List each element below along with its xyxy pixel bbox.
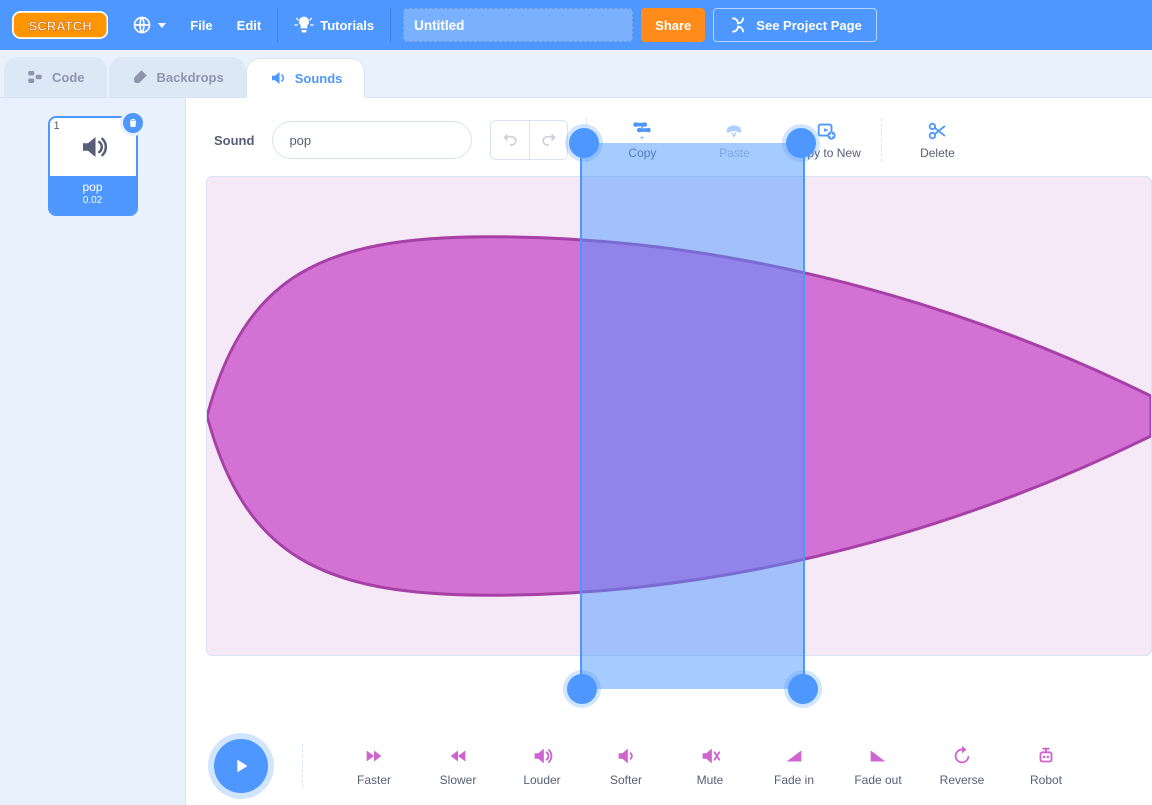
globe-icon <box>132 15 152 35</box>
tab-sounds[interactable]: Sounds <box>246 58 366 98</box>
waveform-canvas[interactable] <box>206 176 1152 656</box>
mute-icon <box>699 745 721 767</box>
svg-text:SCRATCH: SCRATCH <box>29 18 92 33</box>
trash-icon <box>127 117 139 129</box>
language-menu[interactable] <box>120 0 178 50</box>
file-menu[interactable]: File <box>178 0 224 50</box>
selection-handle[interactable] <box>567 674 597 704</box>
edit-menu[interactable]: Edit <box>225 0 274 50</box>
selection-handle[interactable] <box>788 674 818 704</box>
share-button[interactable]: Share <box>641 8 705 42</box>
sound-tile[interactable]: 1 pop 0.02 <box>48 116 138 216</box>
sound-editor: Sound + Copy Paste Copy to New <box>186 98 1152 805</box>
undo-button[interactable] <box>491 121 529 159</box>
sound-tile-index: 1 <box>54 120 60 132</box>
paste-icon <box>723 120 745 142</box>
effect-reverse[interactable]: Reverse <box>925 745 999 787</box>
volume-up-icon <box>531 745 553 767</box>
waveform-selection[interactable] <box>580 143 806 689</box>
svg-text:+: + <box>640 133 644 142</box>
workspace: 1 pop 0.02 Sound <box>0 98 1152 805</box>
tab-code[interactable]: Code <box>4 57 107 97</box>
effect-fade-out[interactable]: Fade out <box>841 745 915 787</box>
effect-fade-in[interactable]: Fade in <box>757 745 831 787</box>
sound-tile-name: pop <box>50 180 136 194</box>
speaker-icon <box>78 132 108 162</box>
speaker-icon <box>269 69 287 87</box>
tab-backdrops[interactable]: Backdrops <box>109 57 246 97</box>
play-button[interactable] <box>214 739 268 793</box>
copy-icon: + <box>631 120 653 142</box>
selection-handle[interactable] <box>569 128 599 158</box>
sound-label: Sound <box>214 133 254 148</box>
redo-icon <box>539 130 559 150</box>
effect-faster[interactable]: Faster <box>337 745 411 787</box>
delete-sound-button[interactable] <box>120 110 146 136</box>
effect-louder[interactable]: Louder <box>505 745 579 787</box>
play-icon <box>230 755 252 777</box>
fade-out-icon <box>867 745 889 767</box>
robot-icon <box>1035 745 1057 767</box>
code-icon <box>26 68 44 86</box>
paintbrush-icon <box>131 68 149 86</box>
scissors-icon <box>926 120 948 142</box>
effect-softer[interactable]: Softer <box>589 745 663 787</box>
effect-mute[interactable]: Mute <box>673 745 747 787</box>
undo-icon <box>500 130 520 150</box>
fade-in-icon <box>783 745 805 767</box>
see-project-page-button[interactable]: See Project Page <box>713 8 877 42</box>
effect-robot[interactable]: Robot <box>1009 745 1083 787</box>
reverse-icon <box>951 745 973 767</box>
redo-button[interactable] <box>529 121 567 159</box>
sound-name-input[interactable] <box>272 121 472 159</box>
copy-to-new-icon <box>815 120 837 142</box>
sound-list-panel: 1 pop 0.02 <box>0 98 186 805</box>
effect-slower[interactable]: Slower <box>421 745 495 787</box>
project-title-input[interactable] <box>403 8 633 42</box>
playback-bar: Faster Slower Louder Softer Mute <box>186 717 1152 805</box>
remix-icon <box>728 15 748 35</box>
rewind-icon <box>447 745 469 767</box>
waveform-area <box>186 176 1152 717</box>
tutorials-button[interactable]: Tutorials <box>282 0 386 50</box>
delete-button[interactable]: Delete <box>900 120 974 160</box>
menu-bar: SCRATCH File Edit Tutorials Share See Pr… <box>0 0 1152 50</box>
lightbulb-icon <box>294 15 314 35</box>
sound-tile-duration: 0.02 <box>50 194 136 208</box>
scratch-logo[interactable]: SCRATCH <box>12 11 108 39</box>
tabs-row: Code Backdrops Sounds <box>0 50 1152 98</box>
caret-down-icon <box>158 23 166 28</box>
undo-redo-group <box>490 120 568 160</box>
volume-down-icon <box>615 745 637 767</box>
fast-forward-icon <box>363 745 385 767</box>
